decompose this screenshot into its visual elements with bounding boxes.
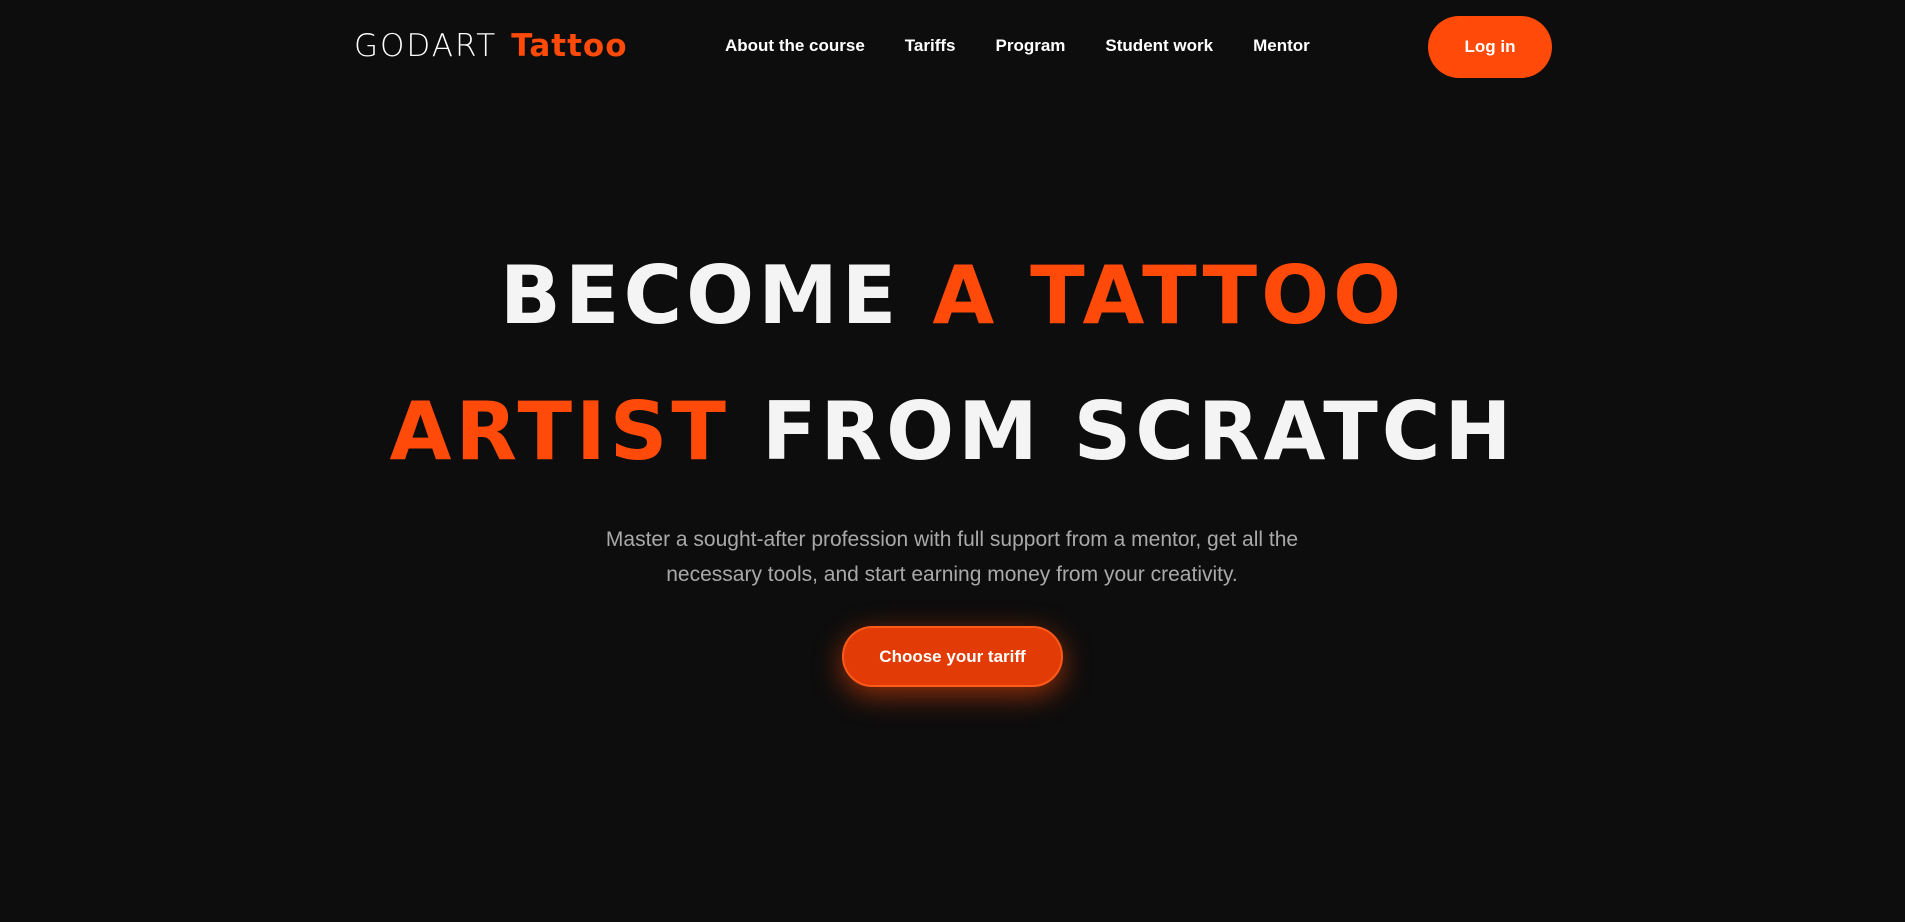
choose-tariff-button[interactable]: Choose your tariff <box>842 626 1063 687</box>
landing-page: GODART Tattoo About the course Tariffs P… <box>0 0 1905 922</box>
hero-word-from-scratch: FROM SCRATCH <box>761 385 1516 478</box>
nav-item-program[interactable]: Program <box>996 36 1066 56</box>
logo-brand: GODART <box>354 28 498 64</box>
nav-item-student-work[interactable]: Student work <box>1105 36 1213 56</box>
hero-subtitle-line-1: Master a sought-after profession with fu… <box>605 528 1299 551</box>
nav-item-mentor[interactable]: Mentor <box>1253 36 1310 56</box>
hero-heading-line-2: ARTIST FROM SCRATCH <box>0 392 1905 472</box>
logo[interactable]: GODART Tattoo <box>354 28 628 68</box>
hero-word-a-tattoo: A TATTOO <box>932 249 1406 342</box>
main-nav: About the course Tariffs Program Student… <box>725 36 1310 56</box>
hero-word-artist: ARTIST <box>389 385 730 478</box>
nav-item-about-course[interactable]: About the course <box>725 36 865 56</box>
hero-subtitle-line-2: necessary tools, and start earning money… <box>666 563 1238 586</box>
nav-item-tariffs[interactable]: Tariffs <box>905 36 956 56</box>
hero-word-become: BECOME <box>499 249 901 342</box>
logo-product: Tattoo <box>511 28 628 64</box>
hero-subtitle: Master a sought-after profession with fu… <box>552 522 1352 592</box>
site-header: GODART Tattoo About the course Tariffs P… <box>354 16 1552 78</box>
login-button[interactable]: Log in <box>1428 16 1552 78</box>
hero-heading-line-1: BECOME A TATTOO <box>0 256 1905 336</box>
